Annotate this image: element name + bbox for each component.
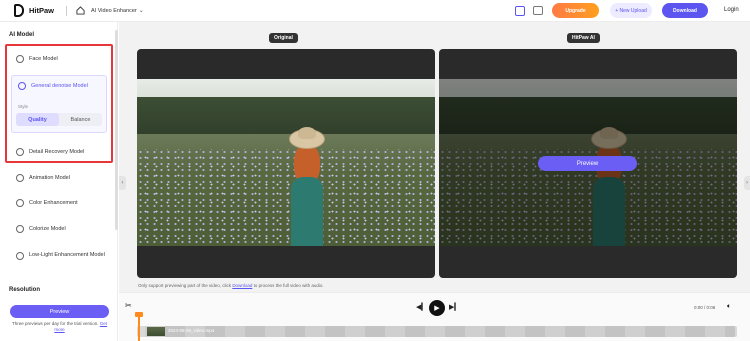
style-toggle: Quality Balance (16, 113, 102, 126)
sidebar-item-general-denoise[interactable]: General denoise Model Style Quality Bala… (11, 75, 107, 133)
original-video-frame (137, 79, 435, 246)
divider (66, 6, 67, 16)
sidebar-item-label: Detail Recovery Model (29, 149, 85, 155)
clip-name: 2024-08-26_video.mp4 (168, 328, 215, 333)
style-balance-option[interactable]: Balance (59, 113, 102, 126)
clip-thumbnail (147, 327, 165, 336)
scissors-icon[interactable]: ✂ (125, 301, 132, 310)
style-quality-option[interactable]: Quality (16, 113, 59, 126)
sidebar-item-label: Animation Model (29, 175, 70, 181)
sidebar-item-low-light[interactable]: Low-Light Enhancement Model (16, 251, 112, 260)
chat-icon[interactable] (533, 6, 543, 15)
notice-text-before: Only support previewing part of the vide… (138, 283, 232, 288)
new-upload-button[interactable]: + New Upload (610, 3, 652, 18)
login-link[interactable]: Login (724, 7, 739, 13)
hitpaw-logo-icon[interactable] (14, 4, 24, 17)
collapse-sidebar-icon[interactable]: ‹ (119, 176, 126, 190)
chevron-down-icon: ⌄ (138, 8, 144, 14)
home-icon[interactable] (76, 6, 85, 15)
denoise-title: General denoise Model (18, 82, 88, 90)
sidebar-item-label: Low-Light Enhancement Model (29, 252, 105, 258)
sidebar-item-label: Color Enhancement (29, 200, 78, 206)
resolution-title: Resolution (9, 287, 40, 293)
face-icon (16, 55, 24, 63)
gear-icon (16, 148, 24, 156)
sidebar-scrollbar[interactable] (115, 30, 118, 230)
hitpaw-ai-tag: HitPaw AI (567, 33, 600, 43)
animation-icon (16, 174, 24, 182)
denoise-icon (18, 82, 26, 90)
previous-frame-icon[interactable]: ◀▎ (416, 303, 427, 311)
volume-icon[interactable]: 🔈︎ (727, 303, 731, 311)
sidebar-item-animation[interactable]: Animation Model (16, 174, 70, 182)
play-button[interactable]: ▶ (429, 300, 445, 316)
original-tag: Original (269, 33, 298, 43)
preview-note-text: Three previews per day for the trial ver… (11, 321, 99, 326)
sidebar-item-label: Face Model (29, 56, 58, 62)
style-label: Style (18, 104, 29, 109)
next-frame-icon[interactable]: ▶▎ (449, 303, 460, 311)
download-button[interactable]: Download (662, 3, 708, 18)
lowlight-icon (16, 252, 24, 260)
overlay-preview-button[interactable]: Preview (538, 156, 637, 171)
sidebar-item-colorize[interactable]: Colorize Model (16, 225, 66, 233)
preview-note: Three previews per day for the trial ver… (10, 321, 109, 333)
sidebar-item-color-enhancement[interactable]: Color Enhancement (16, 199, 78, 207)
sidebar-item-detail-recovery[interactable]: Detail Recovery Model (16, 148, 84, 156)
expand-panel-icon[interactable]: › (744, 176, 750, 190)
upgrade-button[interactable]: Upgrade (552, 3, 599, 18)
sidebar-item-face-model[interactable]: Face Model (16, 55, 58, 63)
checklist-icon[interactable] (515, 6, 525, 16)
notice-text-after: to process the full video with audio. (253, 283, 324, 288)
notice-download-link[interactable]: Download (232, 283, 252, 288)
breadcrumb[interactable]: AI Video Enhancer ⌄ (91, 7, 144, 14)
sidebar-item-label: Colorize Model (29, 226, 66, 232)
preview-button[interactable]: Preview (10, 305, 109, 318)
top-bar: HitPaw AI Video Enhancer ⌄ Upgrade + New … (0, 0, 750, 22)
ai-model-title: AI Model (9, 32, 34, 38)
time-display: 0:00 / 0:06 (694, 305, 716, 310)
sidebar-item-label: General denoise Model (31, 83, 88, 89)
video-clip[interactable] (145, 326, 735, 337)
color-icon (16, 199, 24, 207)
preview-notice: Only support previewing part of the vide… (138, 283, 324, 288)
playhead[interactable] (138, 312, 140, 341)
colorize-icon (16, 225, 24, 233)
original-panel (137, 49, 435, 278)
brand-name: HitPaw (29, 6, 55, 15)
breadcrumb-label: AI Video Enhancer (91, 8, 137, 14)
